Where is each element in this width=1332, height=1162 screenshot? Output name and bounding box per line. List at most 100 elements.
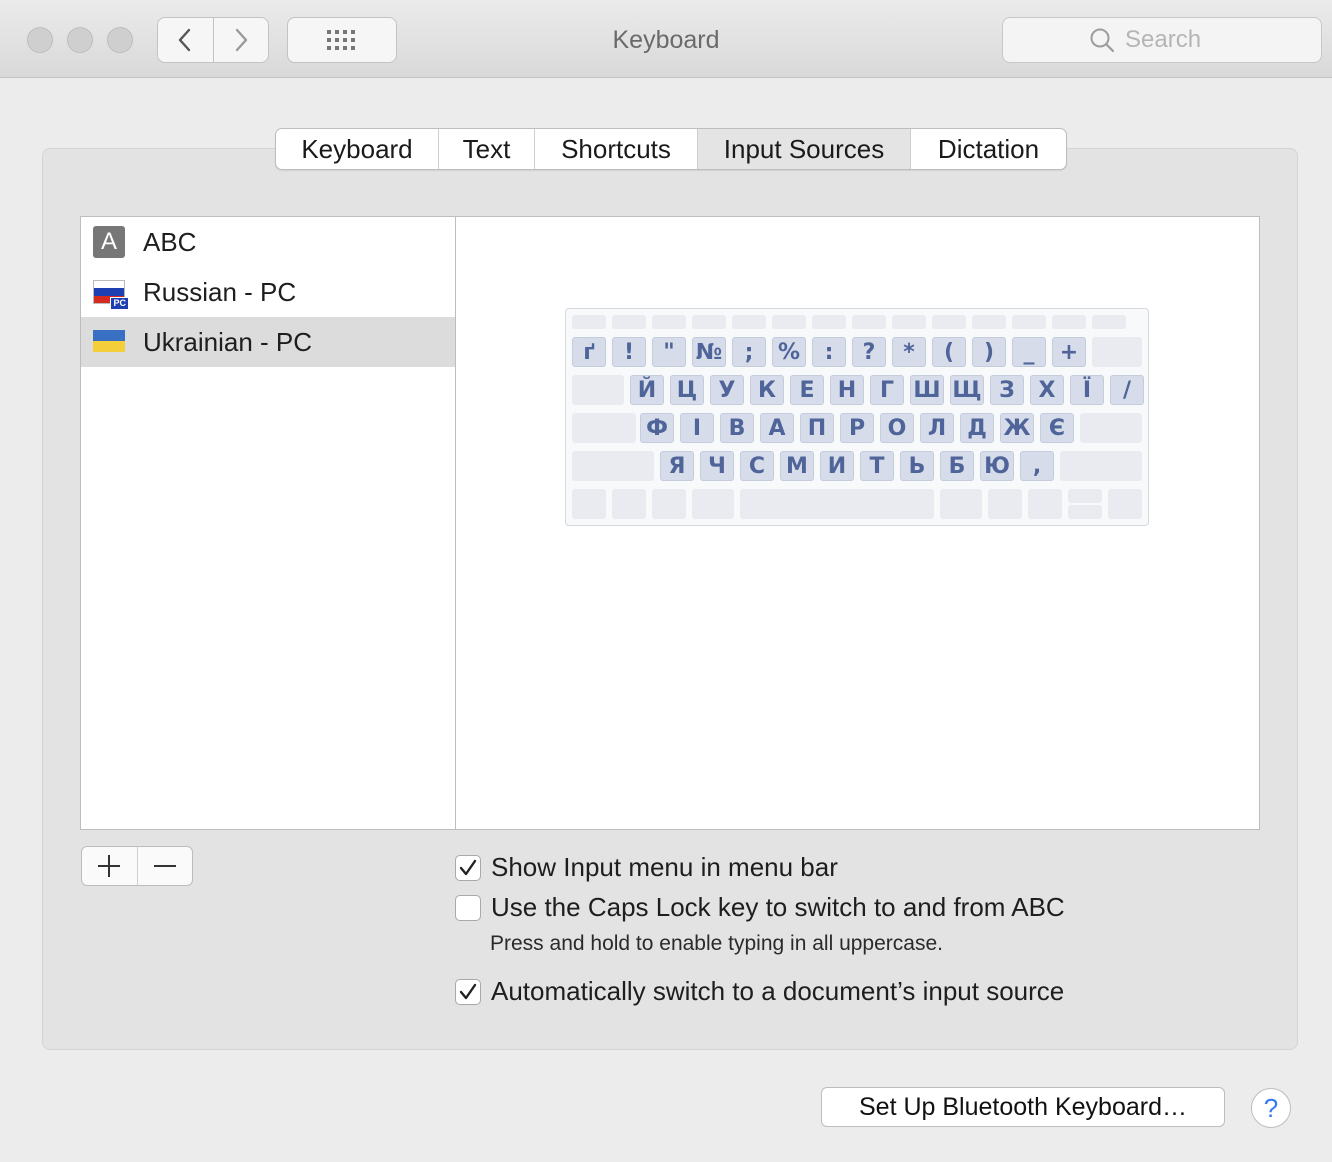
keyboard-blank-key	[852, 315, 886, 329]
caps-lock-switch-checkbox[interactable]	[455, 894, 481, 921]
keyboard-key: Ж	[1000, 413, 1034, 443]
keyboard-blank-key	[988, 489, 1022, 519]
abc-icon: A	[93, 226, 125, 258]
keyboard-key: О	[880, 413, 914, 443]
help-button[interactable]: ?	[1251, 1088, 1291, 1128]
plus-icon	[98, 855, 121, 877]
show-input-menu-checkbox[interactable]	[455, 854, 481, 881]
tab-bar: Keyboard Text Shortcuts Input Sources Di…	[275, 128, 1067, 170]
caps-lock-switch-option: Use the Caps Lock key to switch to and f…	[455, 892, 1065, 923]
ukraine-flag-icon	[93, 330, 125, 352]
keyboard-key: Є	[1040, 413, 1074, 443]
keyboard-key: Е	[790, 375, 824, 405]
keyboard-blank-key	[812, 315, 846, 329]
keyboard-key: *	[892, 337, 926, 367]
tab-input-sources[interactable]: Input Sources	[698, 129, 911, 169]
keyboard-key: Л	[920, 413, 954, 443]
keyboard-key: Ф	[640, 413, 674, 443]
keyboard-key: М	[780, 451, 814, 481]
keyboard-blank-key	[732, 315, 766, 329]
keyboard-key: Ь	[900, 451, 934, 481]
checkmark-icon	[459, 859, 477, 875]
input-sources-list: A ABC PC Russian - PC Ukrainian - PC	[80, 216, 456, 830]
keyboard-key: Г	[870, 375, 904, 405]
search-icon	[1090, 28, 1115, 53]
keyboard-blank-key	[892, 315, 926, 329]
keyboard-blank-key	[740, 489, 934, 519]
keyboard-key: Й	[630, 375, 664, 405]
keyboard-key: Н	[830, 375, 864, 405]
list-item-abc[interactable]: A ABC	[81, 217, 455, 267]
keyboard-key: :	[812, 337, 846, 367]
keyboard-key: В	[720, 413, 754, 443]
keyboard-key: А	[760, 413, 794, 443]
keyboard-key: %	[772, 337, 806, 367]
remove-input-source-button[interactable]	[136, 847, 193, 885]
keyboard-blank-key	[572, 375, 624, 405]
title-bar: Keyboard	[0, 0, 1332, 78]
keyboard-blank-key	[572, 315, 606, 329]
keyboard-key: ґ	[572, 337, 606, 367]
keyboard-key: Б	[940, 451, 974, 481]
list-item-label: Russian - PC	[143, 276, 297, 307]
keyboard-blank-key	[1068, 505, 1102, 519]
keyboard-key: Ю	[980, 451, 1014, 481]
search-input[interactable]	[1125, 26, 1235, 54]
show-input-menu-option: Show Input menu in menu bar	[455, 852, 838, 883]
keyboard-key: +	[1052, 337, 1086, 367]
keyboard-blank-key	[972, 315, 1006, 329]
keyboard-key: Х	[1030, 375, 1064, 405]
keyboard-blank-key	[652, 315, 686, 329]
tab-text[interactable]: Text	[439, 129, 535, 169]
keyboard-blank-key	[932, 315, 966, 329]
keyboard-key: Ц	[670, 375, 704, 405]
keyboard-key: Ч	[700, 451, 734, 481]
keyboard-blank-key	[572, 451, 654, 481]
keyboard-blank-key	[692, 489, 734, 519]
keyboard-blank-key	[692, 315, 726, 329]
caps-lock-switch-label[interactable]: Use the Caps Lock key to switch to and f…	[491, 892, 1065, 923]
keyboard-key: !	[612, 337, 646, 367]
tab-keyboard[interactable]: Keyboard	[276, 129, 439, 169]
keyboard-key: /	[1110, 375, 1144, 405]
keyboard-blank-key	[1052, 315, 1086, 329]
keyboard-blank-key	[612, 315, 646, 329]
keyboard-blank-key	[572, 489, 606, 519]
keyboard-blank-key	[1068, 489, 1102, 503]
checkmark-icon	[459, 983, 477, 999]
keyboard-key: П	[800, 413, 834, 443]
keyboard-blank-key	[1060, 451, 1142, 481]
keyboard-key: "	[652, 337, 686, 367]
keyboard-key: И	[820, 451, 854, 481]
keyboard-key: Д	[960, 413, 994, 443]
auto-switch-option: Automatically switch to a document’s inp…	[455, 976, 1064, 1007]
keyboard-key: _	[1012, 337, 1046, 367]
keyboard-blank-key	[1108, 489, 1142, 519]
pc-badge: PC	[110, 297, 129, 310]
keyboard-key: У	[710, 375, 744, 405]
list-item-ukrainian-pc[interactable]: Ukrainian - PC	[81, 317, 455, 367]
keyboard-key: ,	[1020, 451, 1054, 481]
add-input-source-button[interactable]	[82, 847, 137, 885]
set-up-bluetooth-keyboard-button[interactable]: Set Up Bluetooth Keyboard…	[821, 1087, 1225, 1127]
keyboard-blank-key	[1028, 489, 1062, 519]
keyboard-blank-key	[772, 315, 806, 329]
keyboard-blank-key	[1092, 315, 1126, 329]
search-field[interactable]	[1002, 17, 1322, 63]
keyboard-key: К	[750, 375, 784, 405]
keyboard-key: ;	[732, 337, 766, 367]
keyboard-key: Р	[840, 413, 874, 443]
keyboard-key: ?	[852, 337, 886, 367]
show-input-menu-label[interactable]: Show Input menu in menu bar	[491, 852, 838, 883]
keyboard-layout-preview: ґ! " №;%:? *() _ + Й Ц У К Е Н Г Ш Щ З Х Ї / Ф І В А П Р О Л Д Ж Є Я Ч С…	[565, 308, 1149, 526]
auto-switch-label[interactable]: Automatically switch to a document’s inp…	[491, 976, 1064, 1007]
tab-shortcuts[interactable]: Shortcuts	[535, 129, 698, 169]
keyboard-blank-key	[572, 413, 636, 443]
tab-dictation[interactable]: Dictation	[911, 129, 1066, 169]
keyboard-blank-key	[652, 489, 686, 519]
keyboard-blank-key	[940, 489, 982, 519]
auto-switch-checkbox[interactable]	[455, 978, 481, 1005]
list-item-russian-pc[interactable]: PC Russian - PC	[81, 267, 455, 317]
keyboard-key: Я	[660, 451, 694, 481]
keyboard-key: (	[932, 337, 966, 367]
